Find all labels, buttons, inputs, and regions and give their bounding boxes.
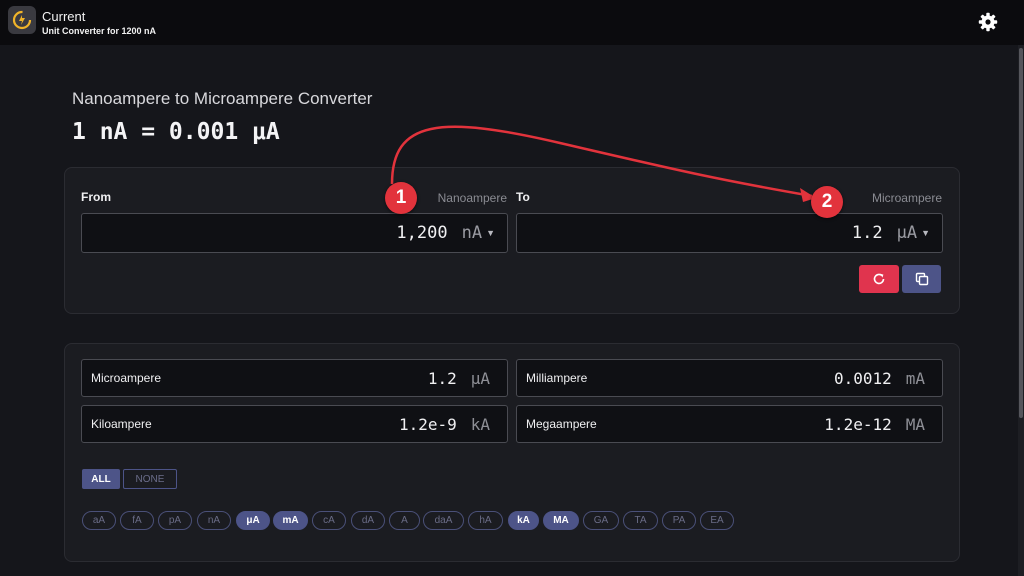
result-unit-name: Megaampere xyxy=(526,417,597,431)
select-all-button[interactable]: ALL xyxy=(82,469,120,489)
refresh-icon xyxy=(873,273,885,285)
unit-chip[interactable]: nA xyxy=(197,511,231,530)
unit-chip[interactable]: kA xyxy=(508,511,539,530)
gear-icon[interactable] xyxy=(977,11,999,33)
result-value: 1.2e-12 xyxy=(824,415,892,434)
scrollbar-thumb[interactable] xyxy=(1019,48,1023,418)
app-title: Current xyxy=(42,9,86,24)
result-unit-name: Kiloampere xyxy=(91,417,152,431)
chevron-down-icon[interactable]: ▼ xyxy=(486,228,495,238)
result-unit-name: Milliampere xyxy=(526,371,588,385)
to-unit-select[interactable]: μA xyxy=(897,223,917,243)
unit-chip-list: aA fA pA nA μA mA cA dA A daA hA kA MA G… xyxy=(82,511,782,530)
result-value: 0.0012 xyxy=(833,369,892,388)
conversion-summary: 1 nA = 0.001 μA xyxy=(72,119,280,145)
result-unit-symbol: μA xyxy=(470,369,490,388)
from-value: 1,200 xyxy=(396,223,448,243)
unit-chip[interactable]: TA xyxy=(623,511,658,530)
result-row[interactable]: Megaampere 1.2e-12 MA xyxy=(516,405,943,443)
result-unit-symbol: MA xyxy=(905,415,925,434)
unit-chip[interactable]: pA xyxy=(158,511,192,530)
result-value: 1.2e-9 xyxy=(398,415,457,434)
result-unit-symbol: kA xyxy=(470,415,490,434)
unit-chip[interactable]: GA xyxy=(583,511,619,530)
result-value: 1.2 xyxy=(427,369,457,388)
from-label: From xyxy=(81,190,111,204)
page-title: Nanoampere to Microampere Converter xyxy=(72,89,373,108)
result-row[interactable]: Kiloampere 1.2e-9 kA xyxy=(81,405,508,443)
step-badge-2: 2 xyxy=(811,186,843,218)
unit-chip[interactable]: hA xyxy=(468,511,503,530)
from-value-field[interactable]: 1,200 nA ▼ xyxy=(81,213,508,253)
result-unit-symbol: mA xyxy=(905,369,925,388)
result-row[interactable]: Microampere 1.2 μA xyxy=(81,359,508,397)
unit-chip[interactable]: μA xyxy=(236,511,270,530)
unit-chip[interactable]: PA xyxy=(662,511,696,530)
unit-chip[interactable]: daA xyxy=(423,511,464,530)
unit-chip[interactable]: A xyxy=(389,511,420,530)
unit-chip[interactable]: fA xyxy=(120,511,154,530)
select-none-button[interactable]: NONE xyxy=(123,469,177,489)
current-app-icon xyxy=(8,6,36,34)
step-badge-1: 1 xyxy=(385,182,417,214)
app-subtitle: Unit Converter for 1200 nA xyxy=(42,26,157,36)
copy-button[interactable] xyxy=(902,265,941,293)
result-row[interactable]: Milliampere 0.0012 mA xyxy=(516,359,943,397)
unit-chip[interactable]: cA xyxy=(312,511,346,530)
to-value: 1.2 xyxy=(851,223,883,243)
unit-chip[interactable]: dA xyxy=(351,511,385,530)
to-label: To xyxy=(516,190,530,204)
unit-chip[interactable]: aA xyxy=(82,511,116,530)
to-unit-name: Microampere xyxy=(871,191,942,205)
app-header: Current Unit Converter for 1200 nA xyxy=(0,0,1024,45)
chevron-down-icon[interactable]: ▼ xyxy=(921,228,930,238)
to-value-field[interactable]: 1.2 μA ▼ xyxy=(516,213,943,253)
unit-chip[interactable]: EA xyxy=(700,511,734,530)
copy-icon xyxy=(915,272,928,286)
unit-chip[interactable]: mA xyxy=(273,511,308,530)
reset-button[interactable] xyxy=(859,265,899,293)
unit-chip[interactable]: MA xyxy=(543,511,579,530)
result-unit-name: Microampere xyxy=(91,371,162,385)
from-unit-select[interactable]: nA xyxy=(462,223,482,243)
